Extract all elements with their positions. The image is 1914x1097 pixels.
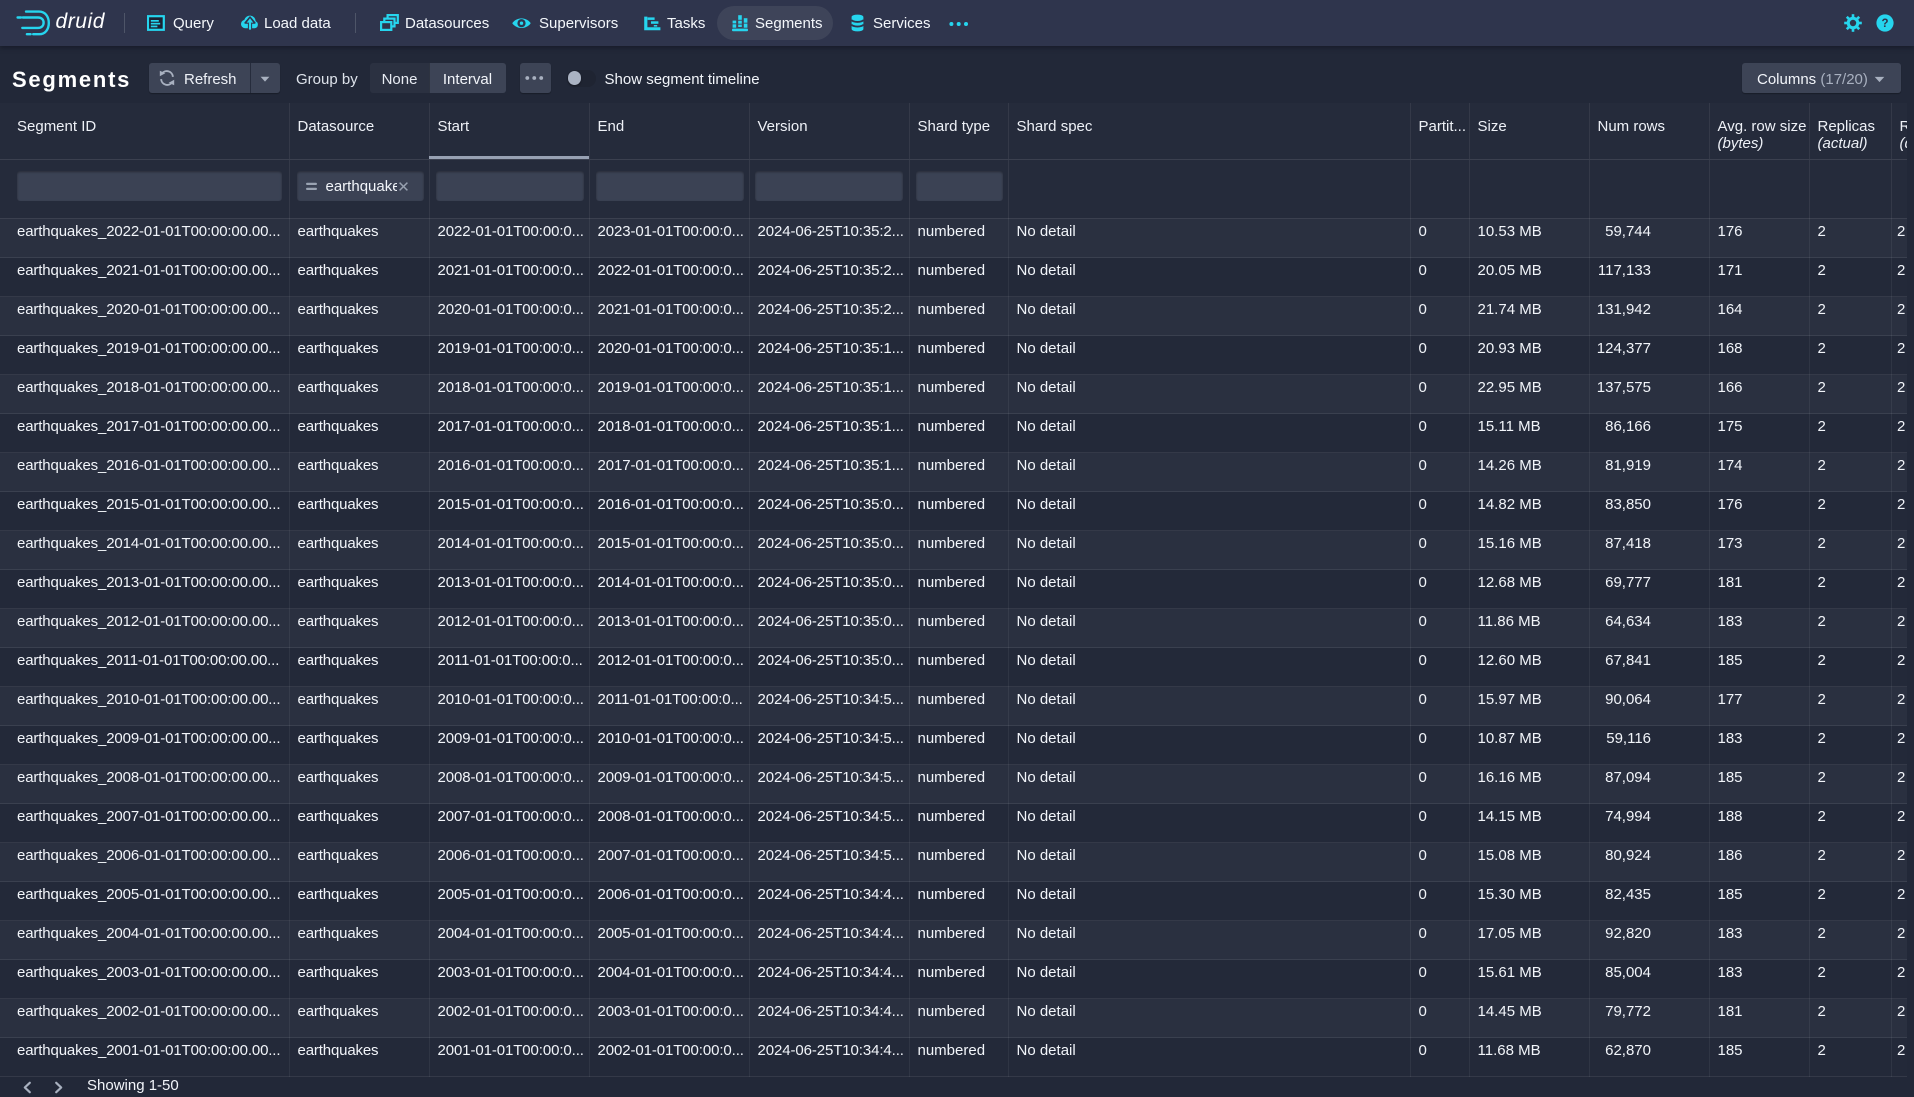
svg-text:?: ? <box>1881 18 1888 30</box>
